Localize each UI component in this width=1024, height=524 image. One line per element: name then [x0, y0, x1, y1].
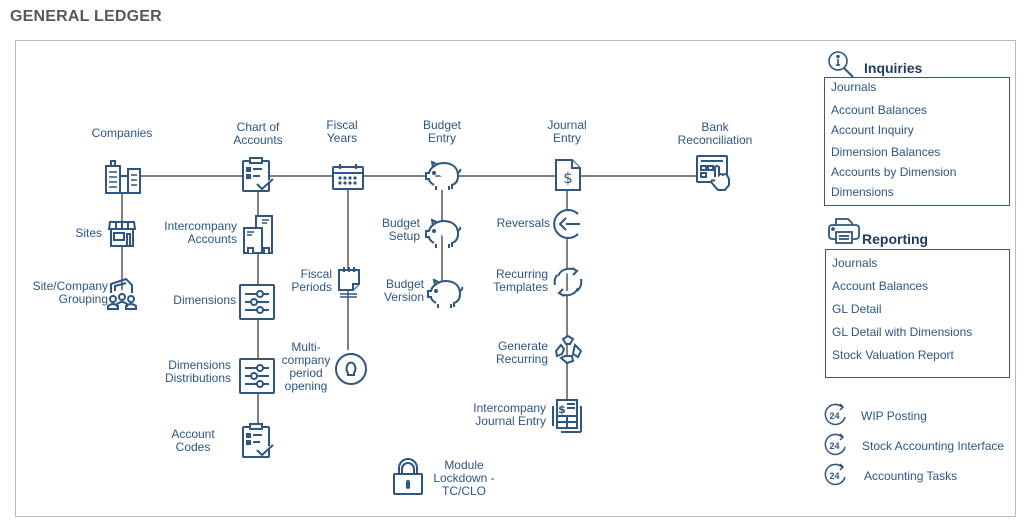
printer-icon: [828, 217, 860, 245]
inquiry-dimensions[interactable]: Dimensions: [831, 185, 894, 199]
buildings-icon[interactable]: [104, 160, 142, 194]
dimensions-label: Dimensions: [173, 293, 236, 307]
piggy-bank-icon[interactable]: [427, 277, 464, 309]
clock-24-icon[interactable]: 24: [823, 403, 849, 427]
reporting-title: Reporting: [862, 231, 929, 247]
inquiries-title: Inquiries: [864, 60, 923, 76]
sliders-icon[interactable]: [239, 284, 275, 320]
inquiry-account-inquiry[interactable]: Account Inquiry: [831, 123, 914, 137]
refresh-icon[interactable]: [552, 266, 584, 298]
budget-version-label: Budget Version: [383, 277, 424, 304]
chart-of-accounts-label: Chart of Accounts: [233, 120, 283, 147]
reversals-label: Reversals: [496, 216, 550, 230]
inquiry-accounts-by-dimension[interactable]: Accounts by Dimension: [831, 165, 956, 179]
account-codes-label: Account Codes: [171, 427, 215, 454]
calendar-icon[interactable]: [332, 164, 364, 190]
clock-24-icon[interactable]: 24: [823, 463, 849, 487]
task-accounting-tasks[interactable]: Accounting Tasks: [864, 469, 957, 483]
dollar-document-icon[interactable]: $: [555, 159, 581, 191]
sites-label: Sites: [75, 226, 102, 240]
site-company-grouping-label: Site/Company Grouping: [32, 279, 108, 306]
reporting-panel: Journals Account Balances GL Detail GL D…: [825, 249, 1010, 378]
padlock-icon[interactable]: [393, 458, 423, 495]
task-badge: 24: [829, 411, 839, 421]
keyhole-icon[interactable]: [334, 352, 368, 386]
report-stock-valuation[interactable]: Stock Valuation Report: [832, 348, 954, 362]
clock-24-icon[interactable]: 24: [823, 433, 849, 457]
module-lockdown-label: Module Lockdown - TC/CLO: [433, 458, 495, 498]
recurring-templates-label: Recurring Templates: [493, 267, 548, 294]
budget-setup-label: Budget Setup: [381, 216, 420, 243]
svg-text:$: $: [563, 169, 573, 187]
report-account-balances[interactable]: Account Balances: [832, 279, 928, 293]
piggy-bank-icon[interactable]: [425, 159, 462, 191]
generate-recurring-label: Generate Recurring: [495, 339, 548, 366]
task-badge: 24: [829, 471, 839, 481]
fiscal-periods-label: Fiscal Periods: [291, 267, 332, 294]
task-wip-posting[interactable]: WIP Posting: [861, 409, 927, 423]
intercompany-accounts-label: Intercompany Accounts: [164, 219, 237, 246]
fiscal-years-label: Fiscal Years: [326, 118, 358, 145]
info-magnifier-icon: [827, 50, 861, 80]
multi-company-period-opening-label: Multi-company period opening: [281, 340, 331, 393]
sliders-icon[interactable]: [239, 358, 275, 394]
touch-terminal-icon[interactable]: [696, 155, 732, 191]
task-stock-accounting-interface[interactable]: Stock Accounting Interface: [862, 439, 1004, 453]
storefront-icon[interactable]: [107, 218, 137, 248]
bank-reconciliation-label: Bank Reconciliation: [677, 120, 753, 147]
inquiries-panel: Journals Account Balances Account Inquir…: [824, 77, 1010, 206]
intercompany-journal-entry-label: Intercompany Journal Entry: [473, 401, 546, 428]
reverse-arrow-icon[interactable]: [552, 208, 584, 240]
report-gl-detail[interactable]: GL Detail: [832, 302, 882, 316]
report-journals[interactable]: Journals: [832, 256, 877, 270]
companies-label: Companies: [91, 126, 153, 140]
piggy-bank-icon[interactable]: [425, 217, 462, 249]
calendar-page-icon[interactable]: [337, 266, 361, 298]
recycle-icon[interactable]: [553, 334, 583, 365]
inquiry-dimension-balances[interactable]: Dimension Balances: [831, 145, 940, 159]
inquiry-account-balances[interactable]: Account Balances: [831, 103, 927, 117]
journal-entry-label: Journal Entry: [547, 118, 587, 145]
dimensions-distributions-label: Dimensions Distributions: [164, 358, 231, 385]
clipboard-check-icon[interactable]: [242, 423, 276, 459]
dollar-ledger-icon[interactable]: $: [551, 398, 587, 434]
clipboard-check-icon[interactable]: [242, 157, 276, 193]
office-buildings-icon[interactable]: [242, 215, 274, 255]
report-gl-detail-with-dimensions[interactable]: GL Detail with Dimensions: [832, 325, 972, 339]
task-badge: 24: [829, 441, 839, 451]
svg-text:$: $: [558, 403, 566, 416]
group-people-icon[interactable]: [106, 277, 138, 311]
budget-entry-label: Budget Entry: [422, 118, 462, 145]
inquiry-journals[interactable]: Journals: [831, 80, 876, 94]
